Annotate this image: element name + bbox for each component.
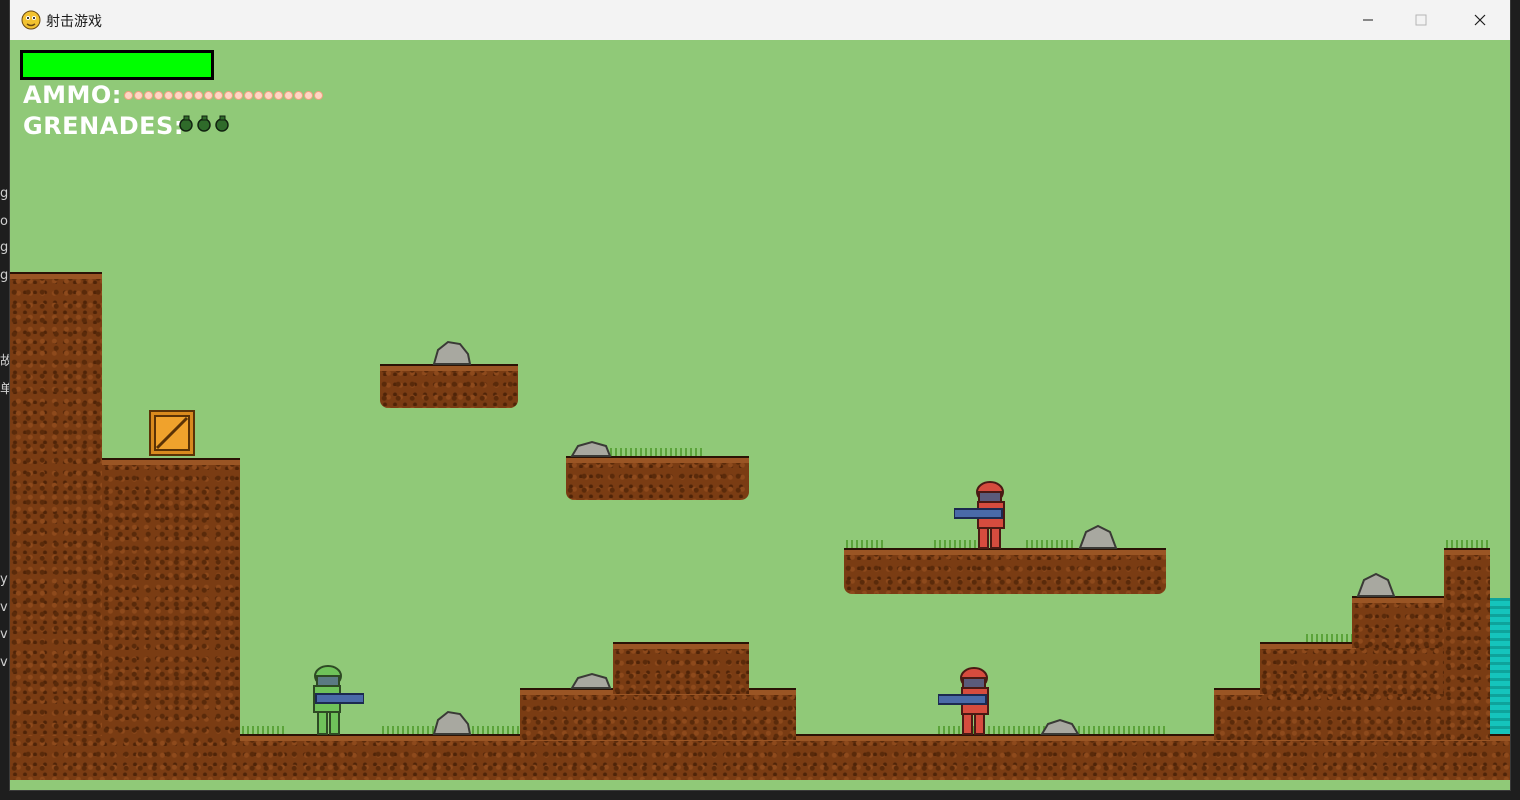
grass-tuft — [1026, 540, 1074, 548]
terrain-step — [613, 644, 749, 694]
health-bar — [20, 50, 214, 80]
rock — [432, 710, 472, 735]
bullet-icon — [235, 92, 242, 99]
terrain-pillar — [1444, 550, 1490, 740]
bullet-icon — [215, 92, 222, 99]
terrain-ground — [10, 736, 1510, 780]
background-text-fragment: v — [0, 655, 8, 670]
grenade-indicator — [178, 115, 230, 132]
background-text-fragment: v — [0, 627, 8, 642]
grenade-icon — [179, 115, 193, 132]
item-crate — [149, 410, 195, 456]
bullet-icon — [205, 92, 212, 99]
bullet-icon — [315, 92, 322, 99]
bullet-icon — [225, 92, 232, 99]
bullet-icon — [195, 92, 202, 99]
enemy-soldier — [938, 667, 989, 735]
background-text-fragment: g — [0, 268, 9, 283]
bullet-icon — [155, 92, 162, 99]
ammo-indicator — [125, 92, 322, 102]
bullet-icon — [145, 92, 152, 99]
grenade-icon — [215, 115, 229, 132]
rock — [570, 440, 612, 457]
terrain-edge — [10, 272, 102, 279]
floating-platform — [844, 550, 1166, 594]
bullet-icon — [305, 92, 312, 99]
background-text-fragment: y — [0, 572, 8, 587]
maximize-button[interactable] — [1398, 0, 1444, 40]
desktop-background-left: g on g g 故 单 y v v v — [0, 0, 16, 800]
terrain-edge — [1444, 548, 1490, 555]
terrain-edge — [1214, 688, 1264, 695]
rock — [1078, 524, 1118, 549]
bullet-icon — [285, 92, 292, 99]
minimize-icon — [1363, 19, 1373, 21]
game-window: 射击游戏 AMMO: GRENADES: — [10, 0, 1510, 790]
grass-tuft — [1306, 634, 1352, 642]
ammo-label: AMMO: — [23, 81, 122, 109]
grenades-label: GRENADES: — [23, 112, 184, 140]
bullet-icon — [295, 92, 302, 99]
close-button[interactable] — [1457, 0, 1503, 40]
bullet-icon — [245, 92, 252, 99]
bullet-icon — [125, 92, 132, 99]
grenade-icon — [197, 115, 211, 132]
enemy-soldier — [954, 481, 1005, 549]
bullet-icon — [185, 92, 192, 99]
game-canvas[interactable]: AMMO: GRENADES: — [10, 40, 1510, 790]
background-text-fragment: v — [0, 600, 8, 615]
terrain-edge — [613, 642, 749, 649]
bullet-icon — [165, 92, 172, 99]
grass-tuft — [242, 726, 287, 734]
grass-tuft — [846, 540, 886, 548]
bullet-icon — [275, 92, 282, 99]
bullet-icon — [135, 92, 142, 99]
maximize-icon — [1415, 14, 1427, 26]
close-icon — [1474, 14, 1486, 26]
bullet-icon — [175, 92, 182, 99]
desktop-background-right — [1510, 0, 1520, 800]
background-text-fragment: g — [0, 186, 9, 201]
rock — [1040, 718, 1080, 735]
terrain-ledge-left — [102, 460, 240, 760]
title-bar[interactable]: 射击游戏 — [10, 0, 1510, 40]
terrain-step — [520, 690, 796, 740]
player-soldier — [313, 665, 364, 735]
terrain-edge — [102, 458, 240, 465]
bullet-icon — [255, 92, 262, 99]
floating-platform — [380, 366, 518, 408]
window-title: 射击游戏 — [46, 14, 102, 30]
background-text-fragment: g — [0, 240, 9, 255]
rock — [570, 672, 612, 689]
floating-platform — [566, 458, 749, 500]
rock — [432, 340, 472, 365]
python-snake-icon — [21, 10, 41, 30]
terrain-cliff-left — [10, 274, 102, 754]
grass-tuft — [1446, 540, 1488, 548]
terrain-edge — [1260, 642, 1356, 649]
water — [1490, 598, 1510, 734]
grass-tuft — [610, 448, 702, 456]
rock — [1356, 572, 1396, 597]
minimize-button[interactable] — [1345, 0, 1391, 40]
bullet-icon — [265, 92, 272, 99]
